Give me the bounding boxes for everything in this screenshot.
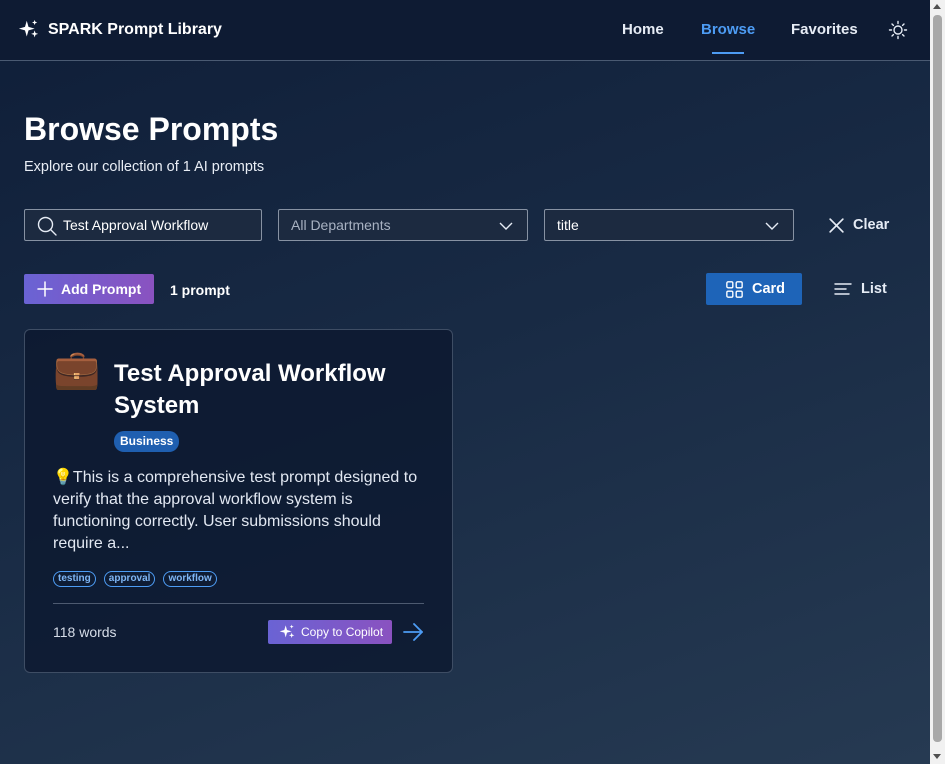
nav-browse[interactable]: Browse: [701, 0, 755, 60]
view-card-button[interactable]: Card: [706, 273, 802, 305]
clear-filters-button[interactable]: Clear: [828, 214, 889, 236]
list-icon: [834, 283, 852, 295]
sort-select-value: title: [557, 217, 579, 233]
sun-icon[interactable]: [888, 20, 908, 40]
tag-list: testing approval workflow: [53, 571, 217, 587]
chevron-down-icon: [499, 222, 513, 230]
department-badge: Business: [114, 431, 180, 452]
clear-label: Clear: [853, 217, 890, 233]
scroll-down-arrow[interactable]: [933, 754, 941, 759]
grid-icon: [726, 280, 743, 298]
prompt-description: 💡This is a comprehensive test prompt des…: [53, 469, 418, 552]
close-icon: [829, 217, 844, 233]
search-box[interactable]: [24, 209, 262, 241]
department-select-value: All Departments: [291, 217, 391, 233]
prompt-title: Test Approval Workflow System: [114, 360, 386, 419]
add-prompt-label: Add Prompt: [61, 281, 142, 297]
page-subtitle: Explore our collection of 1 AI prompts: [24, 159, 265, 175]
page-scrollbar[interactable]: [930, 0, 945, 764]
prompt-count: 1 prompt: [170, 282, 230, 298]
page-title: Browse Prompts: [24, 111, 279, 147]
card-divider: [53, 603, 424, 604]
sparkles-icon: [18, 19, 39, 38]
department-select[interactable]: All Departments: [278, 209, 528, 241]
add-prompt-button[interactable]: Add Prompt: [24, 274, 154, 304]
scroll-up-arrow[interactable]: [933, 4, 941, 9]
brand[interactable]: SPARK Prompt Library: [18, 19, 222, 40]
scroll-thumb[interactable]: [933, 15, 942, 742]
sort-select[interactable]: title: [544, 209, 794, 241]
tag-testing[interactable]: testing: [53, 571, 96, 587]
app: SPARK Prompt Library Home Browse Favorit…: [0, 0, 930, 764]
view-list-button[interactable]: List: [834, 273, 887, 305]
sparkles-icon: [279, 624, 295, 638]
tag-workflow[interactable]: workflow: [163, 571, 217, 587]
app-title: SPARK Prompt Library: [48, 20, 222, 38]
chevron-down-icon: [765, 222, 779, 230]
nav-home[interactable]: Home: [622, 0, 664, 60]
prompt-card[interactable]: 💼 Test Approval Workflow System Business…: [24, 329, 453, 673]
arrow-right-icon[interactable]: [402, 622, 424, 642]
plus-icon: [37, 281, 53, 297]
copy-to-copilot-button[interactable]: Copy to Copilot: [268, 620, 392, 644]
briefcase-icon: 💼: [53, 349, 101, 391]
top-header: SPARK Prompt Library Home Browse Favorit…: [0, 0, 930, 61]
copy-label: Copy to Copilot: [301, 625, 384, 639]
word-count: 118 words: [53, 624, 117, 640]
tag-approval[interactable]: approval: [103, 571, 156, 587]
search-input[interactable]: [63, 210, 257, 240]
nav-favorites[interactable]: Favorites: [791, 0, 858, 60]
view-list-label: List: [861, 281, 887, 297]
search-icon: [37, 216, 57, 236]
view-card-label: Card: [752, 281, 786, 297]
